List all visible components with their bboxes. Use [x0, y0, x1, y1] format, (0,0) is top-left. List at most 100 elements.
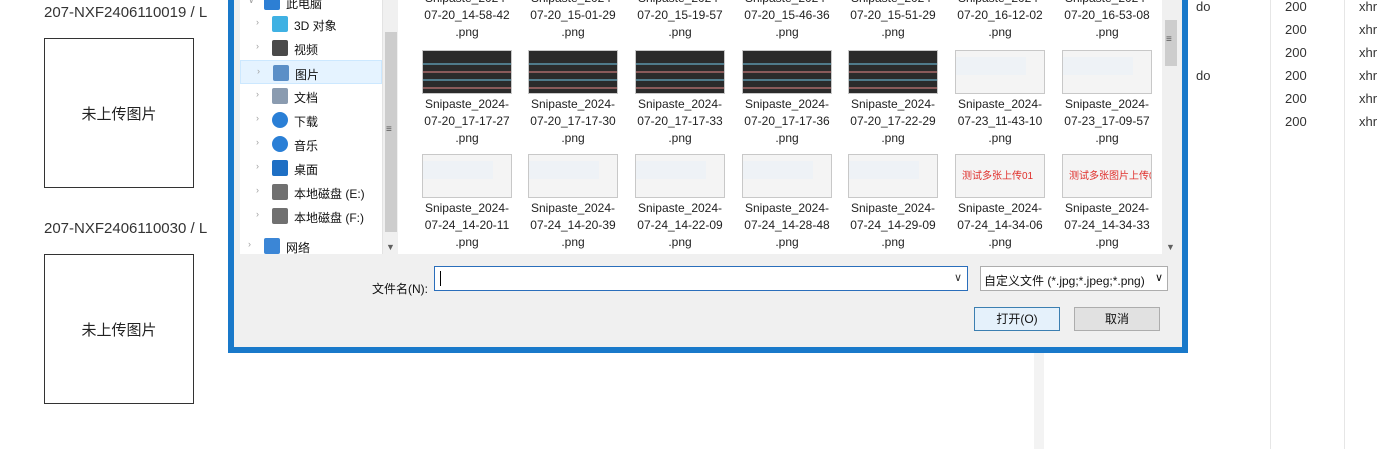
file-name: 07-20_15-19-57: [637, 8, 723, 22]
file-name: Snipaste_2024-: [520, 0, 626, 7]
nav-item[interactable]: › 文档: [240, 84, 382, 108]
chevron-right-icon[interactable]: ›: [256, 17, 259, 27]
cancel-button[interactable]: 取消: [1074, 307, 1160, 331]
nav-item[interactable]: › 音乐: [240, 132, 382, 156]
navigation-pane[interactable]: ∨ 此电脑 › 3D 对象 › 视频 › 图片 › 文档 › 下载 › 音乐 › 桌面 › 本地磁盘 (E:) › 本…: [240, 0, 382, 254]
thumbnail-decoration: [636, 71, 724, 73]
file-item[interactable]: Snipaste_2024-07-20_15-46-36 .png: [734, 0, 840, 43]
scroll-down-arrow-icon[interactable]: ▼: [1166, 242, 1175, 252]
file-item[interactable]: Snipaste_2024- 07-20_17-22-29 .png: [840, 42, 946, 145]
open-button[interactable]: 打开(O): [974, 307, 1060, 331]
chevron-right-icon[interactable]: ›: [256, 113, 259, 123]
desktop-icon: [272, 160, 288, 176]
chevron-right-icon[interactable]: ›: [256, 161, 259, 171]
file-list-pane[interactable]: Snipaste_2024-07-20_14-58-42.pngSnipaste…: [398, 0, 1162, 254]
image-upload-box[interactable]: 未上传图片: [44, 254, 194, 404]
file-item[interactable]: Snipaste_2024-07-20_14-58-42 .png: [414, 0, 520, 43]
nav-item[interactable]: › 3D 对象: [240, 12, 382, 36]
file-thumbnail: [635, 154, 725, 198]
nav-item-label: 本地磁盘 (F:): [294, 211, 364, 225]
nav-item[interactable]: › 本地磁盘 (E:): [240, 180, 382, 204]
file-type-select[interactable]: 自定义文件 (*.jpg;*.jpeg;*.png) ∨: [980, 266, 1168, 291]
file-thumbnail: [635, 50, 725, 94]
file-item[interactable]: Snipaste_2024- 07-24_14-29-09 .png: [840, 146, 946, 249]
chevron-down-icon: ∨: [1154, 272, 1163, 284]
nav-item-label: 3D 对象: [294, 19, 337, 33]
chevron-right-icon[interactable]: ›: [257, 66, 260, 76]
chevron-right-icon[interactable]: ›: [256, 137, 259, 147]
file-item[interactable]: Snipaste_2024- 07-24_14-28-48 .png: [734, 146, 840, 249]
file-name: Snipaste_2024-: [734, 0, 840, 7]
chevron-right-icon[interactable]: ›: [256, 89, 259, 99]
file-name: Snipaste_2024-: [637, 201, 723, 215]
file-item[interactable]: Snipaste_2024- 07-24_14-20-11 .png: [414, 146, 520, 249]
upload-placeholder-text: 未上传图片: [81, 321, 157, 339]
file-type-value: 自定义文件 (*.jpg;*.jpeg;*.png): [984, 274, 1145, 288]
nav-item-label: 图片: [295, 68, 320, 82]
file-item[interactable]: Snipaste_2024-07-20_15-51-29 .png: [840, 0, 946, 43]
file-name: 07-23_11-43-10: [957, 114, 1043, 128]
file-item[interactable]: Snipaste_2024- 07-24_14-22-09 .png: [627, 146, 733, 249]
nav-item[interactable]: › 下载: [240, 108, 382, 132]
file-item[interactable]: Snipaste_2024-07-20_15-19-57 .png: [627, 0, 733, 43]
network-icon: [264, 238, 280, 254]
nav-scrollbar[interactable]: ≡ ▼: [382, 0, 398, 254]
file-name: Snipaste_2024-: [627, 0, 733, 7]
nav-item[interactable]: › 网络: [240, 234, 382, 254]
nav-item-label: 文档: [294, 91, 319, 105]
file-name: 07-20_14-58-42: [424, 8, 510, 22]
file-name: 07-24_14-28-48: [744, 218, 830, 232]
scroll-down-arrow-icon[interactable]: ▼: [386, 242, 395, 252]
file-item[interactable]: Snipaste_2024-07-20_15-01-29 .png: [520, 0, 626, 43]
thumbnail-decoration: [529, 71, 617, 73]
file-item[interactable]: 测试多张图片上传02 Snipaste_2024- 07-24_14-34-33 .p…: [1054, 146, 1160, 249]
file-name: .png: [988, 25, 1012, 39]
file-name: .png: [1095, 131, 1119, 145]
nav-item[interactable]: › 本地磁盘 (F:): [240, 204, 382, 228]
request-status: 200: [1285, 114, 1307, 129]
upload-placeholder-text: 未上传图片: [81, 105, 157, 123]
thumbnail-decoration: [743, 71, 831, 73]
nav-item-label: 网络: [286, 241, 311, 254]
file-scrollbar[interactable]: ≡ ▼: [1162, 0, 1180, 254]
nav-item[interactable]: › 视频: [240, 36, 382, 60]
file-name: Snipaste_2024-: [424, 97, 510, 111]
file-item[interactable]: Snipaste_2024- 07-20_17-17-33 .png: [627, 42, 733, 145]
chevron-right-icon[interactable]: ›: [256, 185, 259, 195]
file-item[interactable]: Snipaste_2024- 07-20_17-17-36 .png: [734, 42, 840, 145]
request-status: 200: [1285, 91, 1307, 106]
request-type: xhr: [1359, 45, 1378, 60]
file-name: 07-20_17-17-30: [530, 114, 616, 128]
thumbnail-decoration: [743, 87, 831, 89]
chevron-right-icon[interactable]: ›: [256, 209, 259, 219]
nav-item[interactable]: › 图片: [240, 60, 382, 84]
chevron-right-icon[interactable]: ›: [248, 239, 251, 249]
file-item[interactable]: Snipaste_2024-07-20_16-53-08 .png: [1054, 0, 1160, 43]
file-item[interactable]: Snipaste_2024- 07-20_17-17-30 .png: [520, 42, 626, 145]
file-name: 07-20_15-01-29: [530, 8, 616, 22]
filename-input[interactable]: ∨: [434, 266, 968, 291]
nav-item[interactable]: › 桌面: [240, 156, 382, 180]
3d-objects-icon: [272, 16, 288, 32]
file-item[interactable]: Snipaste_2024- 07-24_14-20-39 .png: [520, 146, 626, 249]
file-name: 07-20_17-17-36: [744, 114, 830, 128]
file-item[interactable]: Snipaste_2024- 07-23_17-09-57 .png: [1054, 42, 1160, 145]
nav-item-label: 此电脑: [286, 0, 323, 11]
file-item[interactable]: Snipaste_2024-07-20_16-12-02 .png: [947, 0, 1053, 43]
file-item[interactable]: Snipaste_2024- 07-20_17-17-27 .png: [414, 42, 520, 145]
file-name: .png: [668, 25, 692, 39]
file-name: Snipaste_2024-: [530, 97, 616, 111]
file-item[interactable]: 测试多张上传01 Snipaste_2024- 07-24_14-34-06 .png: [947, 146, 1053, 249]
computer-icon: [264, 0, 280, 10]
nav-item-label: 音乐: [294, 139, 319, 153]
chevron-down-icon[interactable]: ∨: [954, 271, 962, 284]
file-name: .png: [775, 25, 799, 39]
file-item[interactable]: Snipaste_2024- 07-23_11-43-10 .png: [947, 42, 1053, 145]
image-upload-box[interactable]: 未上传图片: [44, 38, 194, 188]
thumbnail-decoration: [849, 79, 937, 81]
nav-item-label: 本地磁盘 (E:): [294, 187, 365, 201]
chevron-right-icon[interactable]: ›: [256, 41, 259, 51]
file-name: .png: [668, 235, 692, 249]
file-thumbnail: [742, 154, 832, 198]
chevron-down-icon[interactable]: ∨: [248, 0, 255, 6]
